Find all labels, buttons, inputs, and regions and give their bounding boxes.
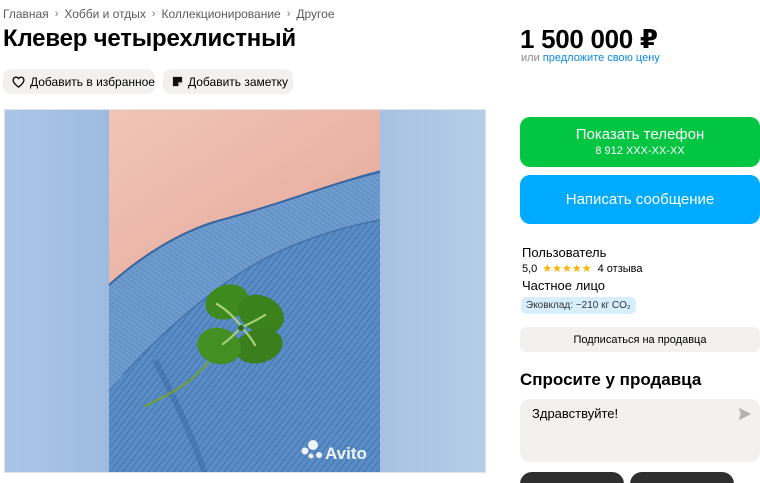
ask-seller-title: Спросите у продавца — [520, 370, 702, 389]
breadcrumb-item-other[interactable]: Другое — [296, 7, 334, 21]
add-note-button[interactable]: Добавить заметку — [163, 69, 293, 94]
subscribe-seller-button[interactable]: Подписаться на продавца — [520, 327, 760, 352]
page-title: Клевер четырехлистный — [3, 25, 296, 52]
eco-badge[interactable]: Эковклад: −210 кг CO₂ — [521, 297, 636, 314]
send-icon[interactable] — [738, 407, 752, 421]
ask-seller-input[interactable] — [532, 406, 722, 421]
price-offer-line: или предложите свою цену — [521, 52, 660, 64]
write-message-button[interactable]: Написать сообщение — [520, 175, 760, 224]
add-note-label: Добавить заметку — [188, 74, 288, 89]
photo-gallery[interactable]: Avito — [4, 109, 486, 473]
rating-stars: ★★★★★ — [542, 263, 592, 275]
price: 1 500 000 ₽ — [520, 24, 658, 54]
price-or-label: или — [521, 52, 540, 64]
clover-photo: Avito — [5, 110, 485, 472]
show-phone-button[interactable]: Показать телефон 8 912 XXX-XX-XX — [520, 117, 760, 167]
quick-question-chip[interactable] — [630, 472, 734, 483]
add-to-favorites-label: Добавить в избранное — [30, 74, 155, 89]
seller-rating: 5,0 ★★★★★ 4 отзыва — [522, 262, 643, 276]
seller-type: Частное лицо — [522, 278, 605, 293]
heart-icon — [12, 75, 25, 89]
quick-question-chip[interactable] — [520, 472, 624, 483]
breadcrumb-separator: › — [54, 8, 59, 20]
reviews-link[interactable]: 4 отзыва — [598, 263, 643, 275]
breadcrumb-separator: › — [151, 8, 156, 20]
breadcrumb-item-home[interactable]: Главная — [3, 7, 49, 21]
breadcrumb-item-hobby[interactable]: Хобби и отдых — [64, 7, 146, 21]
note-icon — [172, 75, 183, 89]
phone-masked: 8 912 XXX-XX-XX — [595, 145, 685, 157]
breadcrumb-separator: › — [286, 8, 291, 20]
breadcrumb-item-collecting[interactable]: Коллекционирование — [162, 7, 281, 21]
ask-seller-box — [520, 399, 760, 462]
seller-name[interactable]: Пользователь — [522, 245, 606, 260]
show-phone-label: Показать телефон — [575, 126, 705, 143]
offer-price-link[interactable]: предложите свою цену — [543, 52, 660, 64]
breadcrumb: Главная › Хобби и отдых › Коллекциониров… — [3, 6, 335, 22]
add-to-favorites-button[interactable]: Добавить в избранное — [3, 69, 155, 94]
avito-watermark: Avito — [325, 444, 367, 463]
rating-value: 5,0 — [522, 262, 538, 275]
